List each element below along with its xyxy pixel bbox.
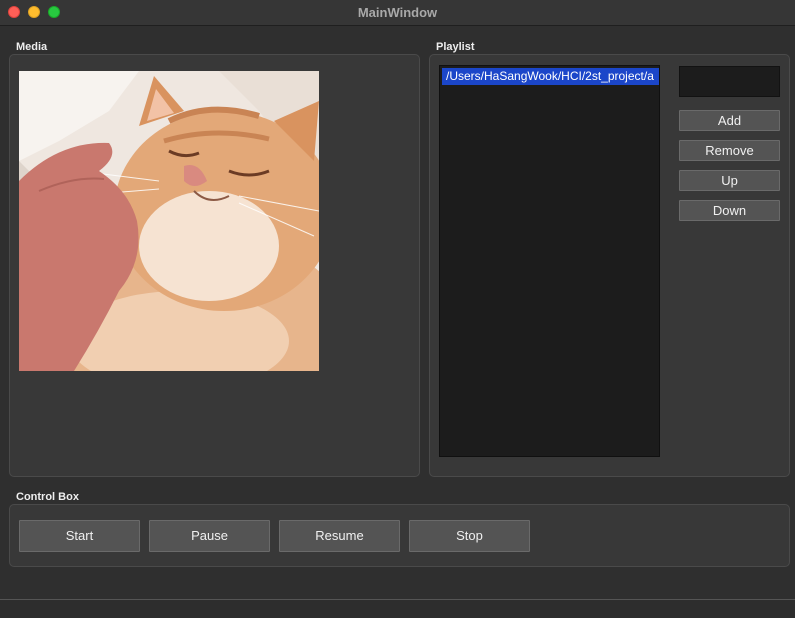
playlist-list[interactable]: /Users/HaSangWook/HCI/2st_project/a — [439, 65, 660, 457]
remove-button[interactable]: Remove — [679, 140, 780, 161]
playlist-group-label: Playlist — [436, 41, 475, 53]
add-button[interactable]: Add — [679, 110, 780, 131]
control-box-label: Control Box — [16, 491, 79, 503]
title-bar: MainWindow — [0, 0, 795, 26]
pause-button[interactable]: Pause — [149, 520, 270, 552]
window-title: MainWindow — [357, 5, 438, 20]
playlist-item[interactable]: /Users/HaSangWook/HCI/2st_project/a — [442, 68, 659, 85]
cat-photo-image — [19, 71, 319, 371]
playlist-input[interactable] — [679, 66, 780, 97]
status-bar — [0, 599, 795, 618]
resume-button[interactable]: Resume — [279, 520, 400, 552]
up-button[interactable]: Up — [679, 170, 780, 191]
start-button[interactable]: Start — [19, 520, 140, 552]
stop-button[interactable]: Stop — [409, 520, 530, 552]
media-group-label: Media — [16, 41, 48, 53]
down-button[interactable]: Down — [679, 200, 780, 221]
media-display — [19, 71, 319, 371]
